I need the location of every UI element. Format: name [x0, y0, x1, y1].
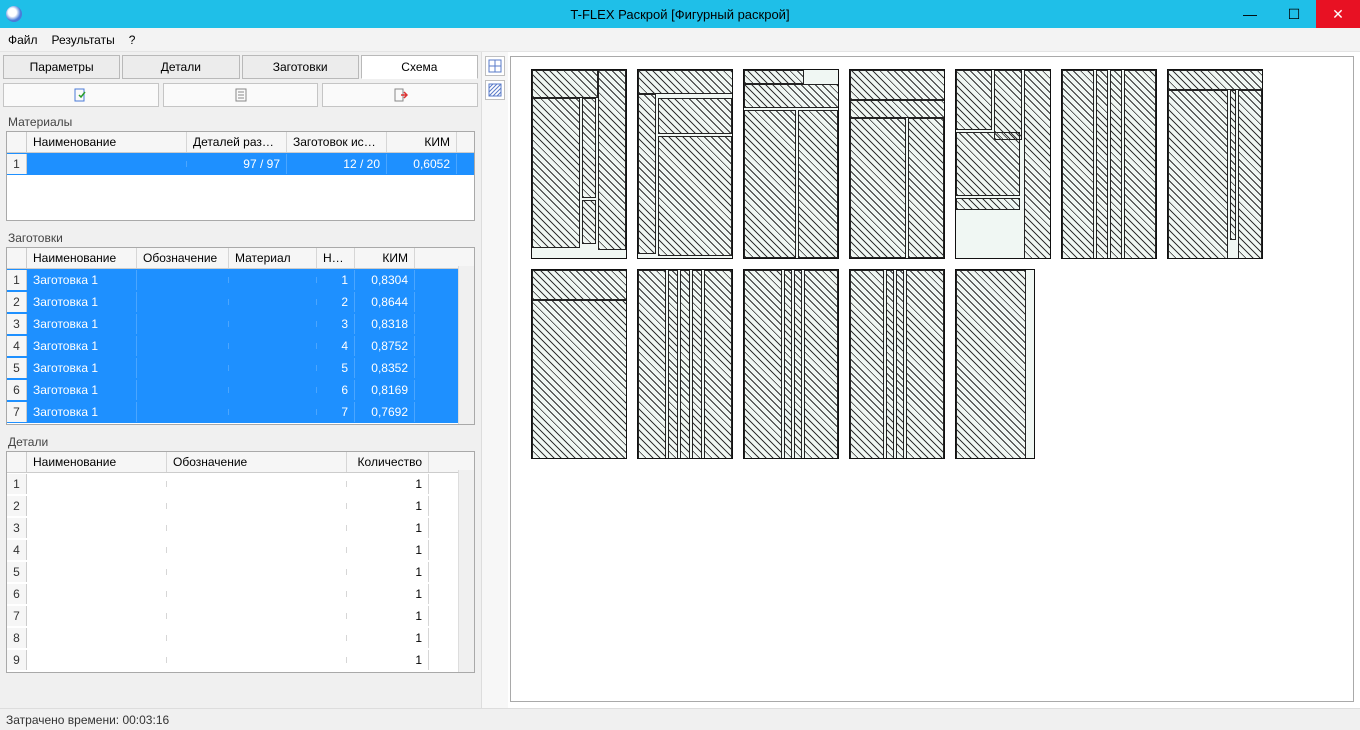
nesting-canvas[interactable] — [510, 56, 1354, 702]
tab-parameters[interactable]: Параметры — [3, 55, 120, 79]
table-row[interactable]: 71 — [7, 605, 474, 627]
view-mode-1-button[interactable] — [485, 56, 505, 76]
section-title-blanks: Заготовки — [6, 227, 475, 247]
col-placed[interactable]: Деталей разме... — [187, 132, 287, 152]
sheet-preview[interactable] — [743, 269, 839, 459]
col-name[interactable]: Наименование — [27, 248, 137, 268]
table-row[interactable]: 11 — [7, 473, 474, 495]
col-name[interactable]: Наименование — [27, 452, 167, 472]
table-row[interactable]: 7Заготовка 170,7692 — [7, 401, 474, 423]
status-elapsed-value: 00:03:16 — [122, 713, 169, 727]
status-bar: Затрачено времени: 00:03:16 — [0, 708, 1360, 730]
sheet-preview[interactable] — [1061, 69, 1157, 259]
menu-bar: Файл Результаты ? — [0, 28, 1360, 52]
hatch-icon — [488, 83, 502, 97]
table-row[interactable]: 3Заготовка 130,8318 — [7, 313, 474, 335]
table-row[interactable]: 6Заготовка 160,8169 — [7, 379, 474, 401]
table-row[interactable]: 81 — [7, 627, 474, 649]
minimize-button[interactable]: — — [1228, 0, 1272, 28]
maximize-button[interactable]: ☐ — [1272, 0, 1316, 28]
right-pane — [482, 52, 1360, 708]
section-title-details: Детали — [6, 431, 475, 451]
col-blanks-used[interactable]: Заготовок испо... — [287, 132, 387, 152]
col-desig[interactable]: Обозначение — [137, 248, 229, 268]
col-desig[interactable]: Обозначение — [167, 452, 347, 472]
table-row[interactable]: 91 — [7, 649, 474, 671]
tab-blanks[interactable]: Заготовки — [242, 55, 359, 79]
left-toolbar — [0, 79, 481, 111]
table-row[interactable]: 2Заготовка 120,8644 — [7, 291, 474, 313]
table-row[interactable]: 1Заготовка 110,8304 — [7, 269, 474, 291]
col-num[interactable]: Но... — [317, 248, 355, 268]
menu-help[interactable]: ? — [129, 33, 136, 47]
close-button[interactable]: ✕ — [1316, 0, 1360, 28]
document-check-icon — [73, 87, 89, 103]
col-kim[interactable]: КИМ — [355, 248, 415, 268]
sheet-preview[interactable] — [1167, 69, 1263, 259]
left-tabs: Параметры Детали Заготовки Схема — [0, 52, 481, 79]
section-title-materials: Материалы — [6, 111, 475, 131]
toolbar-btn-2[interactable] — [163, 83, 319, 107]
toolbar-btn-1[interactable] — [3, 83, 159, 107]
sheet-preview[interactable] — [637, 69, 733, 259]
sheet-preview[interactable] — [637, 269, 733, 459]
menu-file[interactable]: Файл — [8, 33, 38, 47]
col-name[interactable]: Наименование — [27, 132, 187, 152]
sheet-preview[interactable] — [531, 269, 627, 459]
sheet-preview[interactable] — [955, 269, 1035, 459]
grid-icon — [488, 59, 502, 73]
col-material[interactable]: Материал — [229, 248, 317, 268]
sheet-preview[interactable] — [955, 69, 1051, 259]
table-row[interactable]: 51 — [7, 561, 474, 583]
table-row[interactable]: 61 — [7, 583, 474, 605]
sheet-preview[interactable] — [743, 69, 839, 259]
table-row[interactable]: 31 — [7, 517, 474, 539]
table-row[interactable]: 21 — [7, 495, 474, 517]
materials-grid[interactable]: Наименование Деталей разме... Заготовок … — [6, 131, 475, 221]
table-row[interactable]: 4Заготовка 140,8752 — [7, 335, 474, 357]
toolbar-btn-3[interactable] — [322, 83, 478, 107]
menu-results[interactable]: Результаты — [52, 33, 115, 47]
details-grid[interactable]: Наименование Обозначение Количество 1121… — [6, 451, 475, 673]
right-tools — [482, 52, 508, 708]
title-bar: T-FLEX Раскрой [Фигурный раскрой] — ☐ ✕ — [0, 0, 1360, 28]
window-title: T-FLEX Раскрой [Фигурный раскрой] — [570, 7, 789, 22]
document-icon — [233, 87, 249, 103]
tab-scheme[interactable]: Схема — [361, 55, 478, 79]
col-qty[interactable]: Количество — [347, 452, 429, 472]
scrollbar[interactable] — [458, 266, 474, 424]
table-row[interactable]: 5Заготовка 150,8352 — [7, 357, 474, 379]
view-mode-2-button[interactable] — [485, 80, 505, 100]
blanks-grid[interactable]: Наименование Обозначение Материал Но... … — [6, 247, 475, 425]
app-icon — [6, 6, 22, 22]
table-row[interactable]: 41 — [7, 539, 474, 561]
window-controls: — ☐ ✕ — [1228, 0, 1360, 28]
export-icon — [392, 87, 408, 103]
status-elapsed-label: Затрачено времени: — [6, 713, 119, 727]
sheet-preview[interactable] — [849, 269, 945, 459]
col-kim[interactable]: КИМ — [387, 132, 457, 152]
sheet-preview[interactable] — [531, 69, 627, 259]
tab-details[interactable]: Детали — [122, 55, 239, 79]
left-pane: Параметры Детали Заготовки Схема Материа… — [0, 52, 482, 708]
table-row[interactable]: 197 / 9712 / 200,6052 — [7, 153, 474, 175]
sheet-preview[interactable] — [849, 69, 945, 259]
scrollbar[interactable] — [458, 470, 474, 672]
